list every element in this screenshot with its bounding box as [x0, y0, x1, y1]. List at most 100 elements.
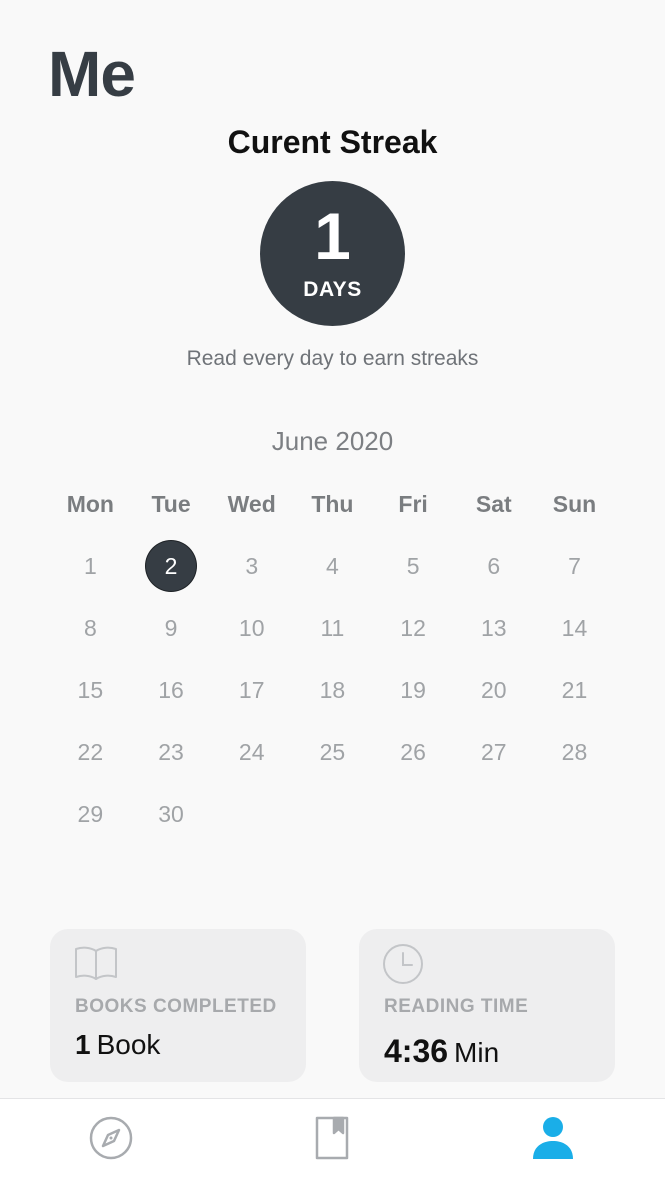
calendar-day-number: 2 [146, 541, 197, 591]
calendar-day[interactable]: 4 [292, 548, 373, 610]
calendar-day[interactable]: 9 [131, 610, 212, 672]
calendar-day-number: 21 [561, 677, 588, 703]
weekday-label: Thu [311, 491, 354, 517]
calendar-day[interactable]: 16 [131, 672, 212, 734]
calendar-day[interactable]: 29 [50, 796, 131, 858]
calendar-day[interactable]: 25 [292, 734, 373, 796]
tab-discover[interactable] [81, 1115, 141, 1171]
calendar-day[interactable]: 14 [534, 610, 615, 672]
reading-time-label: READING TIME [384, 996, 529, 1017]
calendar-day[interactable]: 19 [373, 672, 454, 734]
books-completed-count: 1 [75, 1029, 91, 1060]
person-icon [530, 1115, 576, 1171]
calendar-day[interactable]: 15 [50, 672, 131, 734]
books-completed-unit: Book [96, 1029, 161, 1060]
calendar-day[interactable]: 18 [292, 672, 373, 734]
calendar-day-empty [373, 796, 454, 858]
calendar-day[interactable]: 27 [453, 734, 534, 796]
calendar-day-number: 23 [158, 739, 184, 765]
calendar-day[interactable]: 8 [50, 610, 131, 672]
calendar-day-number: 8 [83, 615, 97, 641]
calendar-day-number [307, 789, 357, 839]
weekday-label: Mon [66, 491, 114, 517]
calendar-day-number [469, 789, 519, 839]
calendar-day[interactable]: 24 [211, 734, 292, 796]
compass-icon [88, 1115, 134, 1171]
calendar-day-number [549, 789, 599, 839]
calendar-day-number: 19 [400, 677, 426, 703]
calendar-day-number: 20 [480, 677, 507, 703]
calendar-day[interactable]: 22 [50, 734, 131, 796]
calendar-day-number: 4 [326, 553, 339, 579]
calendar-day-number: 10 [238, 615, 265, 641]
weekday-label: Sat [475, 491, 512, 517]
calendar-day-highlighted[interactable]: 2 [131, 541, 212, 610]
calendar-day-number: 6 [487, 553, 501, 579]
calendar-day-number: 9 [164, 615, 178, 641]
calendar-day[interactable]: 13 [453, 610, 534, 672]
weekday-label: Sun [552, 491, 597, 517]
bookmark-book-icon [314, 1115, 350, 1171]
calendar: Mon Tue Wed Thu Fri Sat Sun 1 2 3 4 5 6 … [50, 486, 615, 858]
calendar-day[interactable]: 30 [131, 796, 212, 858]
streak-title: Curent Streak [227, 124, 438, 160]
streak-badge: 1 DAYS [260, 181, 405, 326]
calendar-day-empty [453, 796, 534, 858]
calendar-week-row: 8 9 10 11 12 13 14 [50, 610, 615, 672]
weekday-label: Wed [227, 491, 276, 517]
calendar-day-number: 16 [158, 677, 184, 703]
calendar-day[interactable]: 17 [211, 672, 292, 734]
calendar-day[interactable]: 23 [131, 734, 212, 796]
calendar-day-empty [211, 796, 292, 858]
calendar-day[interactable]: 26 [373, 734, 454, 796]
calendar-day[interactable]: 28 [534, 734, 615, 796]
calendar-day-number [227, 789, 277, 839]
weekday-label: Tue [151, 491, 191, 517]
tab-library[interactable] [302, 1115, 362, 1171]
tab-me[interactable] [523, 1115, 583, 1171]
books-completed-value: 1 Book [75, 1031, 160, 1059]
calendar-day[interactable]: 11 [292, 610, 373, 672]
calendar-day-number: 1 [83, 553, 97, 579]
calendar-month-label: June 2020 [271, 426, 394, 456]
books-completed-label: BOOKS COMPLETED [75, 996, 277, 1017]
calendar-day-number: 3 [245, 553, 259, 579]
streak-unit: DAYS [303, 278, 362, 301]
calendar-day[interactable]: 10 [211, 610, 292, 672]
reading-time-unit: Min [454, 1037, 500, 1068]
calendar-day-number: 28 [561, 739, 588, 765]
calendar-week-row: 22 23 24 25 26 27 28 [50, 734, 615, 796]
calendar-day-number: 18 [319, 677, 346, 703]
calendar-week-row: 29 30 [50, 796, 615, 858]
calendar-day-number: 7 [568, 553, 581, 579]
calendar-day-number: 14 [561, 615, 588, 641]
calendar-day-empty [292, 796, 373, 858]
calendar-day-number: 5 [406, 553, 420, 579]
calendar-day-number: 27 [480, 739, 507, 765]
streak-hint: Read every day to earn streaks [186, 347, 479, 370]
calendar-day-number: 26 [400, 739, 426, 765]
calendar-day-number: 22 [77, 739, 104, 765]
calendar-day-number: 11 [320, 615, 345, 641]
reading-time-value: 4:36 Min [384, 1035, 499, 1067]
calendar-day-number: 25 [319, 739, 346, 765]
calendar-day-number: 24 [238, 739, 265, 765]
calendar-day-number [388, 789, 438, 839]
calendar-weekday-header: Mon Tue Wed Thu Fri Sat Sun [50, 486, 615, 522]
calendar-week-row: 1 2 3 4 5 6 7 [50, 541, 615, 610]
calendar-day-number: 12 [400, 615, 426, 641]
calendar-day[interactable]: 1 [50, 548, 131, 610]
calendar-day[interactable]: 12 [373, 610, 454, 672]
books-completed-card[interactable]: BOOKS COMPLETED 1 Book [50, 929, 306, 1082]
calendar-day[interactable]: 5 [373, 548, 454, 610]
calendar-day[interactable]: 21 [534, 672, 615, 734]
open-book-icon [74, 943, 118, 983]
calendar-day-number: 13 [480, 615, 507, 641]
clock-icon [383, 943, 427, 984]
calendar-day[interactable]: 7 [534, 548, 615, 610]
reading-time-card[interactable]: READING TIME 4:36 Min [359, 929, 615, 1082]
calendar-day[interactable]: 3 [211, 548, 292, 610]
calendar-day-number: 29 [77, 801, 104, 827]
calendar-day[interactable]: 20 [453, 672, 534, 734]
calendar-day[interactable]: 6 [453, 548, 534, 610]
